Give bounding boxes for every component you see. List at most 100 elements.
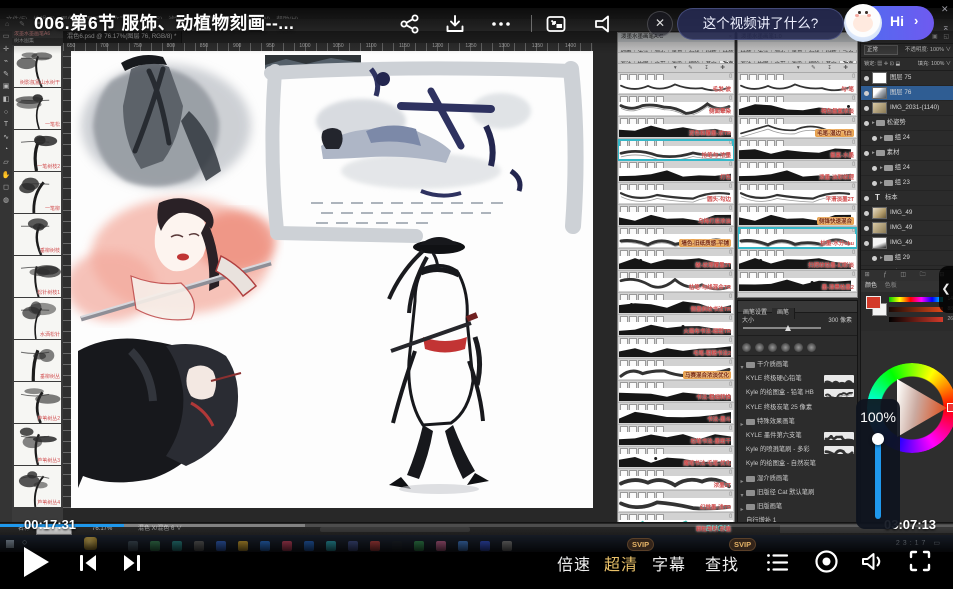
brush-mini-toolbar: ▯ bbox=[618, 469, 734, 476]
brush-panel-2: 泼墨水墨画笔1.0× 枯笔浓淡湿水墨晕勾线树藤飞白 写法构图自带泼染擦除其它改变… bbox=[737, 32, 858, 298]
navigator-thumbnail: 垂柳树枝 bbox=[14, 214, 61, 255]
brush-folder-name: 旧版画笔 bbox=[757, 503, 782, 510]
brush-preset: ▯泼墨-淡彩纹理 bbox=[738, 161, 857, 183]
next-episode-button[interactable] bbox=[120, 551, 144, 580]
folder-caret-icon: ▸ bbox=[872, 120, 875, 126]
navigator-thumbnail: 芦苇树丛2 bbox=[14, 382, 61, 423]
share-icon[interactable] bbox=[398, 12, 422, 36]
picture-in-picture-icon[interactable] bbox=[544, 12, 568, 36]
record-icon[interactable] bbox=[813, 548, 840, 580]
taskbar-app-icon bbox=[392, 541, 402, 551]
navigator-thumbnail: 松针树枝1 bbox=[14, 256, 61, 297]
brush-preset-label: 墨-漆黑枯墨2 bbox=[822, 283, 854, 291]
delete-icon: ▯ bbox=[852, 117, 855, 124]
size-label: 大小 bbox=[742, 315, 754, 324]
ps-tool-icon: ○ bbox=[0, 107, 12, 120]
brush-folder-name: 湿介质画笔 bbox=[757, 475, 788, 482]
caret-icon: ▸ bbox=[738, 503, 746, 514]
brush-preset: ▯抢笔勾-浓墨 bbox=[618, 139, 734, 161]
status-scrollbar bbox=[320, 527, 470, 532]
delete-icon: ▯ bbox=[852, 205, 855, 212]
brush-preset: ▯扫把纹枯墨-幻彩淡 bbox=[738, 249, 857, 271]
taskbar-app-icon bbox=[172, 541, 182, 551]
visibility-eye-icon bbox=[872, 166, 877, 171]
download-icon[interactable] bbox=[443, 12, 467, 36]
brush-mini-toolbar: ▯ bbox=[618, 205, 734, 212]
text-layer-icon: T bbox=[872, 191, 883, 205]
fill-value: 100% bbox=[931, 61, 944, 67]
brush-preset-label: 褐色氤氲浓淡 bbox=[821, 107, 854, 115]
subtitle-button[interactable]: 字幕 bbox=[652, 551, 686, 575]
find-button[interactable]: 查找 bbox=[705, 551, 739, 575]
fullscreen-icon[interactable] bbox=[907, 548, 933, 579]
delete-icon: ▯ bbox=[729, 513, 732, 520]
volume-slider-knob[interactable] bbox=[872, 433, 884, 445]
taskbar-tray: 23:17 ▭ bbox=[896, 539, 943, 547]
progress-bar[interactable] bbox=[0, 524, 953, 527]
brush-mini-toolbar: ▯ bbox=[738, 249, 857, 256]
layer-name: 图层 75 bbox=[890, 74, 911, 81]
thumbnail-label: 树影氤氲山水树干 bbox=[20, 79, 60, 86]
more-icon[interactable] bbox=[489, 12, 513, 36]
taskbar-app-icon bbox=[260, 541, 270, 551]
close-icon[interactable]: ✕ bbox=[647, 11, 673, 37]
video-player: 文件(F)编辑(E)图像(I)图层(L)文字(Y)选择(S)滤镜(T)3D(D)… bbox=[0, 0, 953, 589]
ruler-number: 650 bbox=[67, 43, 75, 49]
volume-percent: 100% bbox=[856, 409, 900, 425]
ruler-number: 1150 bbox=[399, 43, 410, 49]
brush-panel-1: 泼墨水墨画笔A.C× 烟雾浓淡湿水墨晕勾线树藤枯笔 写法构图自带泼染擦除其它改变… bbox=[617, 32, 735, 543]
window-close-icon: ✕ bbox=[941, 4, 949, 15]
brush-folder-name: 旧版径 Cat 默认笔刷 bbox=[757, 489, 814, 496]
video-frame[interactable]: 文件(F)编辑(E)图像(I)图层(L)文字(Y)选择(S)滤镜(T)3D(D)… bbox=[0, 0, 953, 589]
brush-preset-label: 乌梅打底浓淡 bbox=[698, 217, 731, 225]
visibility-eye-icon bbox=[864, 211, 869, 216]
taskbar-app-icon bbox=[502, 541, 512, 551]
taskbar-app-icon bbox=[194, 541, 204, 551]
navigator-thumbnail: 芦苇树丛3 bbox=[14, 424, 61, 465]
brush-size-row: 大小 300 像素 bbox=[738, 313, 857, 336]
danmaku-toggle-icon[interactable] bbox=[590, 12, 614, 36]
color-panel-title: 颜色 bbox=[865, 283, 877, 289]
layer-name: IMG_49 bbox=[890, 239, 912, 246]
brush-preset: ▯勾-笔 bbox=[738, 73, 857, 95]
layer-row: IMG_49 bbox=[861, 206, 953, 221]
brush-mini-toolbar: ▯ bbox=[618, 403, 734, 410]
ai-question-pill[interactable]: 这个视频讲了什么? bbox=[677, 8, 844, 40]
brush-preset: ▯打色 bbox=[618, 161, 734, 183]
brush-preset-label: 泼墨-淡彩纹理 bbox=[819, 173, 854, 181]
brush-folder-row: Kyle 的喷溅笔刷 - 多彩 bbox=[738, 443, 857, 457]
svip-badge-find: SVIP bbox=[729, 538, 756, 551]
quality-button[interactable]: 超清 bbox=[604, 551, 638, 575]
volume-icon[interactable] bbox=[859, 548, 886, 580]
playlist-icon[interactable] bbox=[764, 549, 791, 581]
brush-mini-toolbar: ▯ bbox=[618, 315, 734, 322]
brush-preset: ▯圆头-勾边 bbox=[618, 183, 734, 205]
brush-preset: ▯魔笔书法-毛笔-优化 bbox=[618, 447, 734, 469]
hue-slider bbox=[889, 297, 943, 302]
brush-mini-toolbar: ▯ bbox=[738, 227, 857, 234]
folder-icon bbox=[884, 180, 893, 186]
playback-speed-button[interactable]: 倍速 bbox=[557, 551, 591, 575]
play-button[interactable] bbox=[24, 547, 49, 577]
brush-preset: ▯侧墨斜纹书法TR bbox=[618, 293, 734, 315]
visibility-eye-icon bbox=[864, 76, 869, 81]
taskbar-app-icon bbox=[238, 541, 248, 551]
visibility-eye-icon bbox=[864, 196, 869, 201]
folder-icon bbox=[876, 120, 885, 126]
previous-episode-button[interactable] bbox=[76, 551, 100, 580]
folder-icon bbox=[746, 490, 755, 496]
brush-mini-toolbar: ▯ bbox=[738, 73, 857, 80]
layer-row: ▸松姿势 bbox=[861, 116, 953, 131]
delete-icon: ▯ bbox=[729, 205, 732, 212]
ai-assistant-button[interactable]: Hi › bbox=[846, 6, 934, 40]
delete-icon: ▯ bbox=[729, 469, 732, 476]
volume-slider[interactable] bbox=[875, 437, 881, 519]
video-title: 006.第6节 服饰、动植物刻画--... bbox=[34, 10, 294, 35]
ps-tool-icon: ◻ bbox=[0, 182, 12, 195]
playlist-drawer-toggle[interactable]: ❮ bbox=[939, 266, 953, 313]
navigator-thumbnail: 树影氤氲山水树干 bbox=[14, 46, 61, 87]
brush-preset-label: 幻觉墨-浅TR bbox=[700, 503, 731, 511]
windows-taskbar: ○ 23:17 ▭ bbox=[0, 535, 953, 552]
ruler-number: 1300 bbox=[499, 43, 510, 49]
brush-mini-toolbar: ▯ bbox=[738, 139, 857, 146]
